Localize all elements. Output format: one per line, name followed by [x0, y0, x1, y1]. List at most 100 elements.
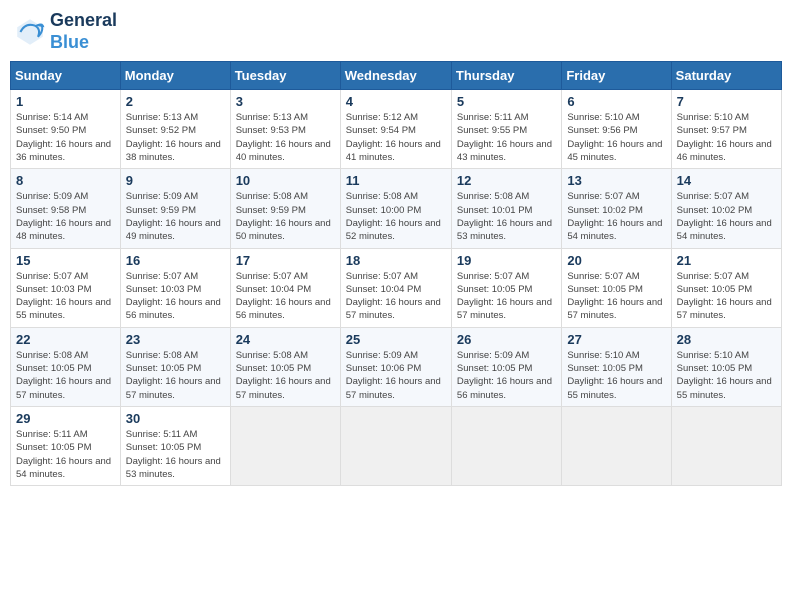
calendar-cell: 14 Sunrise: 5:07 AMSunset: 10:02 PMDayli… [671, 169, 781, 248]
day-number: 26 [457, 332, 556, 347]
day-number: 25 [346, 332, 446, 347]
day-info: Sunrise: 5:07 AMSunset: 10:05 PMDaylight… [457, 270, 556, 323]
day-info: Sunrise: 5:07 AMSunset: 10:02 PMDaylight… [677, 190, 776, 243]
day-info: Sunrise: 5:08 AMSunset: 10:05 PMDaylight… [16, 349, 115, 402]
day-number: 30 [126, 411, 225, 426]
calendar-cell: 7 Sunrise: 5:10 AMSunset: 9:57 PMDayligh… [671, 90, 781, 169]
calendar-cell [451, 406, 561, 485]
day-number: 18 [346, 253, 446, 268]
day-number: 21 [677, 253, 776, 268]
day-info: Sunrise: 5:07 AMSunset: 10:05 PMDaylight… [677, 270, 776, 323]
calendar-cell: 21 Sunrise: 5:07 AMSunset: 10:05 PMDayli… [671, 248, 781, 327]
calendar-cell: 19 Sunrise: 5:07 AMSunset: 10:05 PMDayli… [451, 248, 561, 327]
weekday-header-sunday: Sunday [11, 62, 121, 90]
weekday-header-monday: Monday [120, 62, 230, 90]
day-number: 15 [16, 253, 115, 268]
calendar-cell: 25 Sunrise: 5:09 AMSunset: 10:06 PMDayli… [340, 327, 451, 406]
day-number: 11 [346, 173, 446, 188]
day-number: 6 [567, 94, 665, 109]
calendar-cell: 18 Sunrise: 5:07 AMSunset: 10:04 PMDayli… [340, 248, 451, 327]
calendar-cell: 1 Sunrise: 5:14 AMSunset: 9:50 PMDayligh… [11, 90, 121, 169]
day-number: 24 [236, 332, 335, 347]
day-number: 22 [16, 332, 115, 347]
day-info: Sunrise: 5:07 AMSunset: 10:03 PMDaylight… [126, 270, 225, 323]
calendar-cell: 20 Sunrise: 5:07 AMSunset: 10:05 PMDayli… [562, 248, 671, 327]
weekday-header-tuesday: Tuesday [230, 62, 340, 90]
day-number: 2 [126, 94, 225, 109]
day-info: Sunrise: 5:08 AMSunset: 10:05 PMDaylight… [236, 349, 335, 402]
day-number: 28 [677, 332, 776, 347]
weekday-header-row: SundayMondayTuesdayWednesdayThursdayFrid… [11, 62, 782, 90]
day-info: Sunrise: 5:07 AMSunset: 10:04 PMDaylight… [346, 270, 446, 323]
day-number: 16 [126, 253, 225, 268]
day-info: Sunrise: 5:09 AMSunset: 9:59 PMDaylight:… [126, 190, 225, 243]
calendar-cell [562, 406, 671, 485]
calendar-cell: 4 Sunrise: 5:12 AMSunset: 9:54 PMDayligh… [340, 90, 451, 169]
calendar-cell: 26 Sunrise: 5:09 AMSunset: 10:05 PMDayli… [451, 327, 561, 406]
calendar-week-row: 15 Sunrise: 5:07 AMSunset: 10:03 PMDayli… [11, 248, 782, 327]
logo-text: General Blue [50, 10, 117, 53]
day-info: Sunrise: 5:10 AMSunset: 9:57 PMDaylight:… [677, 111, 776, 164]
calendar-cell: 17 Sunrise: 5:07 AMSunset: 10:04 PMDayli… [230, 248, 340, 327]
day-info: Sunrise: 5:08 AMSunset: 10:01 PMDaylight… [457, 190, 556, 243]
day-info: Sunrise: 5:09 AMSunset: 10:06 PMDaylight… [346, 349, 446, 402]
day-info: Sunrise: 5:10 AMSunset: 10:05 PMDaylight… [677, 349, 776, 402]
logo-icon [14, 16, 46, 48]
calendar-cell: 10 Sunrise: 5:08 AMSunset: 9:59 PMDaylig… [230, 169, 340, 248]
calendar-cell: 22 Sunrise: 5:08 AMSunset: 10:05 PMDayli… [11, 327, 121, 406]
day-number: 10 [236, 173, 335, 188]
day-info: Sunrise: 5:08 AMSunset: 10:05 PMDaylight… [126, 349, 225, 402]
day-number: 9 [126, 173, 225, 188]
day-number: 20 [567, 253, 665, 268]
calendar-cell: 13 Sunrise: 5:07 AMSunset: 10:02 PMDayli… [562, 169, 671, 248]
calendar-body: 1 Sunrise: 5:14 AMSunset: 9:50 PMDayligh… [11, 90, 782, 486]
day-number: 5 [457, 94, 556, 109]
calendar-week-row: 8 Sunrise: 5:09 AMSunset: 9:58 PMDayligh… [11, 169, 782, 248]
day-info: Sunrise: 5:14 AMSunset: 9:50 PMDaylight:… [16, 111, 115, 164]
day-info: Sunrise: 5:10 AMSunset: 9:56 PMDaylight:… [567, 111, 665, 164]
day-info: Sunrise: 5:12 AMSunset: 9:54 PMDaylight:… [346, 111, 446, 164]
weekday-header-thursday: Thursday [451, 62, 561, 90]
calendar-cell: 3 Sunrise: 5:13 AMSunset: 9:53 PMDayligh… [230, 90, 340, 169]
day-info: Sunrise: 5:11 AMSunset: 9:55 PMDaylight:… [457, 111, 556, 164]
day-number: 13 [567, 173, 665, 188]
weekday-header-friday: Friday [562, 62, 671, 90]
calendar-header: SundayMondayTuesdayWednesdayThursdayFrid… [11, 62, 782, 90]
calendar-cell: 12 Sunrise: 5:08 AMSunset: 10:01 PMDayli… [451, 169, 561, 248]
weekday-header-wednesday: Wednesday [340, 62, 451, 90]
calendar-cell [671, 406, 781, 485]
day-info: Sunrise: 5:07 AMSunset: 10:02 PMDaylight… [567, 190, 665, 243]
day-number: 7 [677, 94, 776, 109]
calendar-cell: 11 Sunrise: 5:08 AMSunset: 10:00 PMDayli… [340, 169, 451, 248]
day-info: Sunrise: 5:07 AMSunset: 10:03 PMDaylight… [16, 270, 115, 323]
calendar-cell: 30 Sunrise: 5:11 AMSunset: 10:05 PMDayli… [120, 406, 230, 485]
calendar-cell [230, 406, 340, 485]
day-info: Sunrise: 5:13 AMSunset: 9:52 PMDaylight:… [126, 111, 225, 164]
calendar-cell: 27 Sunrise: 5:10 AMSunset: 10:05 PMDayli… [562, 327, 671, 406]
calendar-cell [340, 406, 451, 485]
calendar-week-row: 29 Sunrise: 5:11 AMSunset: 10:05 PMDayli… [11, 406, 782, 485]
logo: General Blue [14, 10, 117, 53]
day-info: Sunrise: 5:13 AMSunset: 9:53 PMDaylight:… [236, 111, 335, 164]
day-number: 17 [236, 253, 335, 268]
day-number: 27 [567, 332, 665, 347]
calendar-cell: 8 Sunrise: 5:09 AMSunset: 9:58 PMDayligh… [11, 169, 121, 248]
calendar-cell: 28 Sunrise: 5:10 AMSunset: 10:05 PMDayli… [671, 327, 781, 406]
calendar-cell: 9 Sunrise: 5:09 AMSunset: 9:59 PMDayligh… [120, 169, 230, 248]
calendar-cell: 2 Sunrise: 5:13 AMSunset: 9:52 PMDayligh… [120, 90, 230, 169]
calendar-cell: 23 Sunrise: 5:08 AMSunset: 10:05 PMDayli… [120, 327, 230, 406]
day-info: Sunrise: 5:09 AMSunset: 10:05 PMDaylight… [457, 349, 556, 402]
day-number: 19 [457, 253, 556, 268]
day-info: Sunrise: 5:10 AMSunset: 10:05 PMDaylight… [567, 349, 665, 402]
day-number: 14 [677, 173, 776, 188]
day-number: 12 [457, 173, 556, 188]
calendar-cell: 29 Sunrise: 5:11 AMSunset: 10:05 PMDayli… [11, 406, 121, 485]
day-info: Sunrise: 5:11 AMSunset: 10:05 PMDaylight… [16, 428, 115, 481]
calendar-cell: 24 Sunrise: 5:08 AMSunset: 10:05 PMDayli… [230, 327, 340, 406]
day-number: 29 [16, 411, 115, 426]
calendar-cell: 15 Sunrise: 5:07 AMSunset: 10:03 PMDayli… [11, 248, 121, 327]
day-number: 8 [16, 173, 115, 188]
calendar-cell: 16 Sunrise: 5:07 AMSunset: 10:03 PMDayli… [120, 248, 230, 327]
day-number: 4 [346, 94, 446, 109]
day-info: Sunrise: 5:08 AMSunset: 9:59 PMDaylight:… [236, 190, 335, 243]
